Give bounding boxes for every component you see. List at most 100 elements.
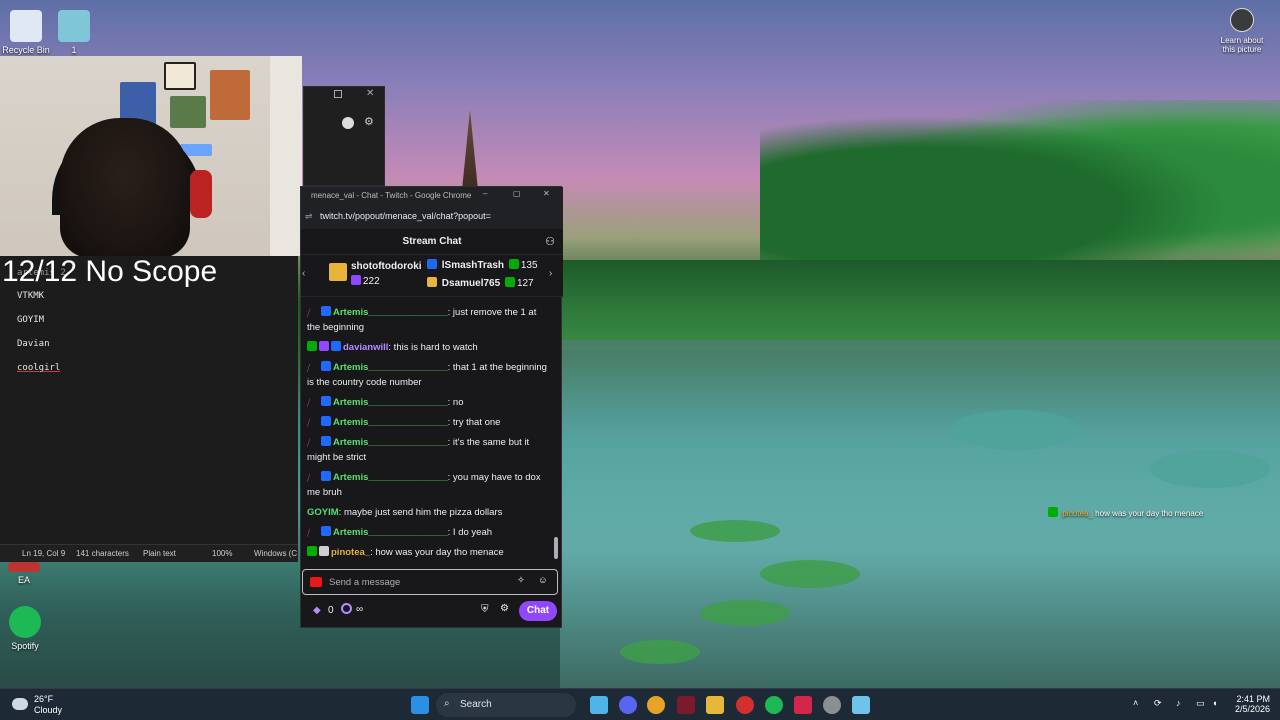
chat-username[interactable]: GOYIM	[307, 507, 339, 518]
taskbar: 26°F Cloudy ⌕ Search ˄ ⟳ ♪ ▭ ◖ 2:41 PM 2…	[0, 688, 1280, 720]
users-icon[interactable]: ⚇	[545, 229, 555, 255]
chat-username[interactable]: davianwill	[343, 342, 388, 353]
notepad-line: Davian	[17, 339, 50, 349]
microphone-icon[interactable]: ♪	[1176, 698, 1181, 708]
address-bar[interactable]: ⇌ twitch.tv/popout/menace_val/chat?popou…	[301, 205, 563, 229]
no-audio-badge-icon: ⧸	[307, 473, 311, 483]
profile-icon[interactable]	[342, 117, 354, 129]
steam-icon[interactable]	[823, 696, 841, 714]
gear-icon[interactable]: ⚙	[500, 603, 509, 614]
vip-badge-icon	[307, 341, 317, 351]
chat-header: Stream Chat ⚇	[301, 229, 563, 255]
chat-username[interactable]: Artemis_______________	[333, 397, 448, 408]
crown-icon	[427, 277, 437, 287]
close-icon[interactable]: ✕	[543, 189, 550, 198]
poster	[164, 62, 196, 90]
infinity-text: ∞	[356, 604, 364, 615]
maximize-icon[interactable]: ▢	[513, 189, 521, 198]
app-icon[interactable]	[736, 696, 754, 714]
maximize-icon[interactable]	[334, 90, 342, 98]
search-label: Search	[460, 699, 492, 710]
notepad-icon[interactable]	[852, 696, 870, 714]
wallpaper-lily	[700, 600, 790, 626]
taskbar-search[interactable]: ⌕ Search	[436, 693, 576, 717]
app-icon[interactable]	[794, 696, 812, 714]
weather-temp[interactable]: 26°F	[34, 694, 53, 704]
close-icon[interactable]: ✕	[366, 88, 374, 99]
wallpaper-lily	[620, 640, 700, 664]
chat-message[interactable]: davianwill: this is hard to watch	[307, 340, 551, 355]
chat-send-button[interactable]: Chat	[519, 601, 557, 621]
chat-username[interactable]: Artemis_______________	[333, 417, 448, 428]
chat-message[interactable]: ⧸ Artemis_______________: it's the same b…	[307, 435, 551, 465]
chat-username[interactable]: Artemis_______________	[333, 437, 448, 448]
chat-window[interactable]: menace_val - Chat - Twitch - Google Chro…	[300, 186, 563, 628]
chat-message[interactable]: ⧸ Artemis_______________: try that one	[307, 415, 551, 430]
display-icon[interactable]: ▭	[1196, 698, 1205, 709]
chat-message[interactable]: ⧸ Artemis_______________: no	[307, 395, 551, 410]
sync-icon[interactable]: ⟳	[1154, 698, 1162, 709]
chat-username[interactable]: pinotea_	[331, 547, 370, 558]
background-browser-window[interactable]: ✕ ⚙	[303, 86, 385, 186]
chat-message[interactable]: ⧸ Artemis_______________: I do yeah	[307, 525, 551, 540]
desktop-file-icon[interactable]: 1	[44, 10, 104, 55]
widgets-icon[interactable]	[590, 696, 608, 714]
line-ending: Windows (C	[254, 549, 298, 558]
notepad-window[interactable]: 12/12 No Scope artemis 2 VTKMK GOYIM Dav…	[0, 256, 298, 562]
chat-message[interactable]: ⧸ Artemis_______________: that 1 at the b…	[307, 360, 551, 390]
chat-text: : no	[447, 397, 464, 408]
chat-text: : this is hard to watch	[388, 342, 478, 353]
discord-icon[interactable]	[619, 696, 637, 714]
gear-icon[interactable]: ⚙	[364, 115, 374, 128]
chat-text: : try that one	[447, 417, 501, 428]
wallpaper-lily	[1150, 450, 1270, 488]
chat-message[interactable]: pinotea_: how was your day tho menace	[307, 545, 551, 560]
start-icon[interactable]	[411, 696, 429, 714]
spotify-icon[interactable]	[765, 696, 783, 714]
sparkle-icon[interactable]: ✧	[517, 575, 525, 586]
minimize-icon[interactable]: –	[483, 189, 487, 198]
chrome-icon[interactable]	[647, 696, 665, 714]
mod-badge-icon	[321, 396, 331, 406]
mod-badge-icon	[321, 361, 331, 371]
channel-points-icon[interactable]: ◆	[313, 605, 321, 616]
ea-icon[interactable]: EA	[0, 562, 54, 585]
chat-scrollbar[interactable]	[553, 305, 559, 567]
emote-icon[interactable]: ☺	[538, 575, 548, 586]
chat-input[interactable]: Send a message ✧ ☺	[302, 569, 558, 595]
learn-about-picture[interactable]: Learn about this picture	[1214, 8, 1270, 54]
camera-icon	[1230, 8, 1254, 32]
app-icon[interactable]	[677, 696, 695, 714]
chat-overlay-message: pinotea_ how was your day tho menace	[1048, 507, 1203, 518]
speaker-icon[interactable]: ◖	[1212, 698, 1217, 708]
clock[interactable]: 2:41 PM 2/5/2026	[1234, 694, 1270, 714]
hype-icon[interactable]	[341, 603, 352, 614]
chat-username[interactable]: Artemis_______________	[333, 472, 448, 483]
chevron-right-icon[interactable]: ›	[549, 268, 552, 279]
chat-footer: ◆ 0 ∞ ⛨ ⚙ Chat	[301, 597, 563, 627]
chat-message[interactable]: ⧸ Artemis_______________: you may have to…	[307, 470, 551, 500]
shield-icon[interactable]: ⛨	[481, 604, 489, 615]
poster	[170, 96, 206, 128]
chevron-up-icon[interactable]: ˄	[1133, 698, 1138, 708]
site-info-icon[interactable]: ⇌	[305, 211, 313, 222]
cloud-icon[interactable]	[12, 698, 28, 710]
scrollbar-thumb[interactable]	[554, 537, 558, 559]
no-audio-badge-icon: ⧸	[307, 418, 311, 428]
chat-username[interactable]: Artemis_______________	[333, 307, 448, 318]
chat-message[interactable]: ⧸ Artemis_______________: just remove the…	[307, 305, 551, 335]
crown-icon	[427, 259, 437, 269]
poster	[210, 70, 250, 120]
weather-desc[interactable]: Cloudy	[34, 705, 62, 715]
spotify-icon[interactable]: Spotify	[0, 606, 55, 651]
chat-window-titlebar[interactable]: menace_val - Chat - Twitch - Google Chro…	[301, 187, 563, 205]
chevron-left-icon[interactable]: ‹	[302, 268, 305, 279]
notepad-line: artemis 2	[17, 268, 66, 278]
clock-time: 2:41 PM	[1236, 694, 1270, 704]
chat-username[interactable]: Artemis_______________	[333, 362, 448, 373]
chat-message[interactable]: GOYIM: maybe just send him the pizza dol…	[307, 505, 551, 520]
notepad-line: coolgirl	[17, 363, 61, 373]
chat-username[interactable]: Artemis_______________	[333, 527, 448, 538]
folder-icon[interactable]	[706, 696, 724, 714]
overlay-text: how was your day tho menace	[1095, 509, 1204, 518]
